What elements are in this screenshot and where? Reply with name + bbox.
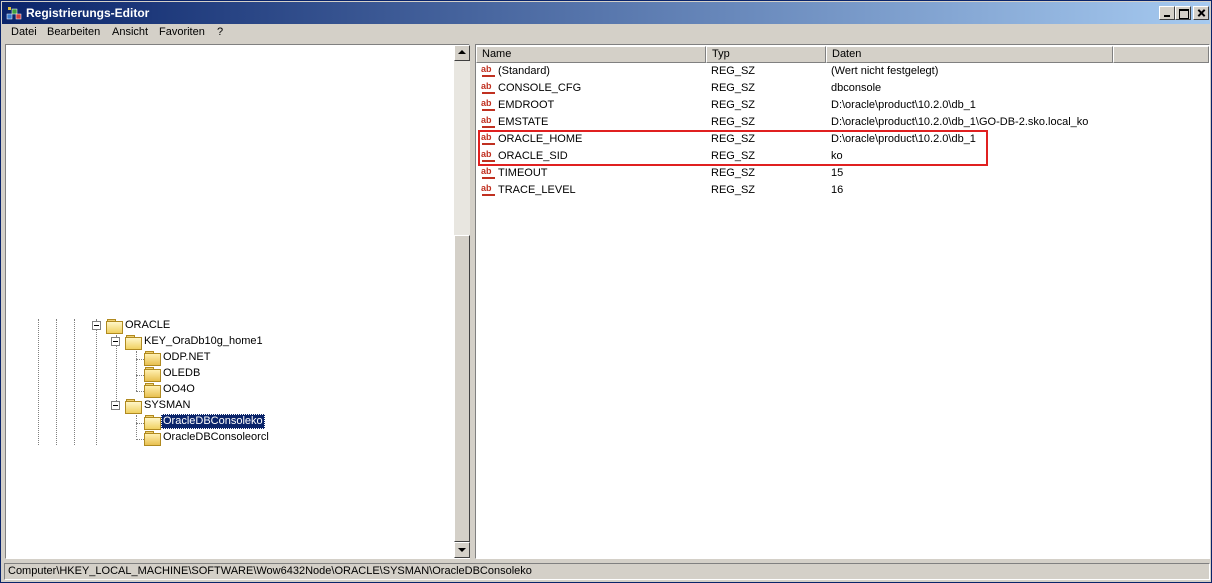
minimize-button[interactable] — [1159, 6, 1175, 20]
value-type: REG_SZ — [711, 99, 756, 111]
tree-vertical-scrollbar[interactable] — [454, 45, 470, 558]
menu-datei[interactable]: Datei — [11, 26, 37, 41]
menu-ansicht[interactable]: Ansicht — [112, 26, 148, 41]
list-item[interactable]: ab EMSTATE REG_SZ D:\oracle\product\10.2… — [476, 114, 1209, 131]
tree-node-odp-net[interactable]: ODP.NET — [161, 350, 212, 365]
ab-string-value-icon: ab — [481, 166, 497, 180]
ab-string-value-icon: ab — [481, 98, 497, 112]
list-item[interactable]: ab EMDROOT REG_SZ D:\oracle\product\10.2… — [476, 97, 1209, 114]
value-data: (Wert nicht festgelegt) — [831, 65, 939, 77]
status-key-path: Computer\HKEY_LOCAL_MACHINE\SOFTWARE\Wow… — [4, 563, 1210, 580]
list-item[interactable]: ab (Standard) REG_SZ (Wert nicht festgel… — [476, 63, 1209, 80]
scroll-thumb[interactable] — [454, 235, 470, 542]
status-bar: Computer\HKEY_LOCAL_MACHINE\SOFTWARE\Wow… — [2, 562, 1210, 581]
registry-editor-window: Registrierungs-Editor Datei Bearbeiten A… — [0, 0, 1212, 583]
value-type: REG_SZ — [711, 65, 756, 77]
key-tree-pane[interactable]: ORACLE KEY_OraDb10g_home1 ODP.NET OLEDB … — [5, 44, 470, 559]
ab-string-value-icon: ab — [481, 115, 497, 129]
collapse-toggle-oracle[interactable] — [92, 321, 101, 330]
tree-node-oracledbconsoleorcl[interactable]: OracleDBConsoleorcl — [161, 430, 271, 445]
maximize-button[interactable] — [1175, 6, 1191, 20]
value-data: D:\oracle\product\10.2.0\db_1\GO-DB-2.sk… — [831, 116, 1089, 128]
folder-icon — [144, 431, 161, 446]
window-title: Registrierungs-Editor — [26, 6, 150, 20]
menu-bearbeiten[interactable]: Bearbeiten — [47, 26, 100, 41]
folder-open-icon — [125, 399, 142, 414]
tree-node-oo4o[interactable]: OO4O — [161, 382, 197, 397]
value-name: (Standard) — [498, 65, 550, 77]
tree-node-oledb[interactable]: OLEDB — [161, 366, 202, 381]
value-type: REG_SZ — [711, 184, 756, 196]
tree-guide-line — [136, 415, 137, 437]
scroll-up-button[interactable] — [454, 45, 470, 61]
tree-guide-line — [56, 319, 57, 445]
close-button[interactable] — [1193, 6, 1209, 20]
tree-node-oracle[interactable]: ORACLE — [123, 318, 172, 333]
list-item[interactable]: ab CONSOLE_CFG REG_SZ dbconsole — [476, 80, 1209, 97]
column-header-name[interactable]: Name — [476, 46, 706, 63]
values-list-pane[interactable]: Name Typ Daten ab (Standard) REG_SZ (Wer… — [475, 44, 1210, 559]
value-data: dbconsole — [831, 82, 882, 94]
column-header-daten[interactable]: Daten — [826, 46, 1113, 63]
menu-bar: Datei Bearbeiten Ansicht Favoriten ? — [2, 24, 1210, 43]
ab-string-value-icon: ab — [481, 64, 497, 78]
value-data: 16 — [831, 184, 844, 196]
ab-string-value-icon: ab — [481, 81, 497, 95]
scroll-down-button[interactable] — [454, 542, 470, 558]
tree-node-key-oradb10g-home1[interactable]: KEY_OraDb10g_home1 — [142, 334, 265, 349]
value-name: EMSTATE — [498, 116, 549, 128]
tree-node-sysman[interactable]: SYSMAN — [142, 398, 192, 413]
value-type: REG_SZ — [711, 82, 756, 94]
tree-node-oracledbconsoleko[interactable]: OracleDBConsoleko — [161, 414, 265, 429]
menu-favoriten[interactable]: Favoriten — [159, 26, 205, 41]
title-bar[interactable]: Registrierungs-Editor — [2, 2, 1210, 24]
value-data: D:\oracle\product\10.2.0\db_1 — [831, 99, 976, 111]
column-header-filler — [1113, 46, 1209, 63]
value-data: 15 — [831, 167, 844, 179]
list-item[interactable]: ab TRACE_LEVEL REG_SZ 16 — [476, 182, 1209, 199]
folder-icon — [144, 383, 161, 398]
collapse-toggle-key-oradb10g-home1[interactable] — [111, 337, 120, 346]
tree-guide-line — [136, 351, 137, 391]
folder-open-icon — [106, 319, 123, 334]
registry-editor-icon — [6, 7, 22, 20]
folder-icon — [144, 351, 161, 366]
list-item[interactable]: ab TIMEOUT REG_SZ 15 — [476, 165, 1209, 182]
folder-open-icon — [125, 335, 142, 350]
value-type: REG_SZ — [711, 116, 756, 128]
column-header-typ[interactable]: Typ — [706, 46, 826, 63]
value-name: TRACE_LEVEL — [498, 184, 576, 196]
collapse-toggle-sysman[interactable] — [111, 401, 120, 410]
tree-guide-line — [96, 319, 97, 445]
tree-guide-line — [38, 319, 39, 445]
menu-help[interactable]: ? — [217, 26, 223, 41]
tree-guide-line — [74, 319, 75, 445]
value-name: TIMEOUT — [498, 167, 548, 179]
ab-string-value-icon: ab — [481, 183, 497, 197]
value-name: CONSOLE_CFG — [498, 82, 582, 94]
folder-open-icon — [144, 415, 161, 430]
value-name: EMDROOT — [498, 99, 555, 111]
annotation-highlight-box — [478, 130, 988, 166]
value-type: REG_SZ — [711, 167, 756, 179]
folder-icon — [144, 367, 161, 382]
